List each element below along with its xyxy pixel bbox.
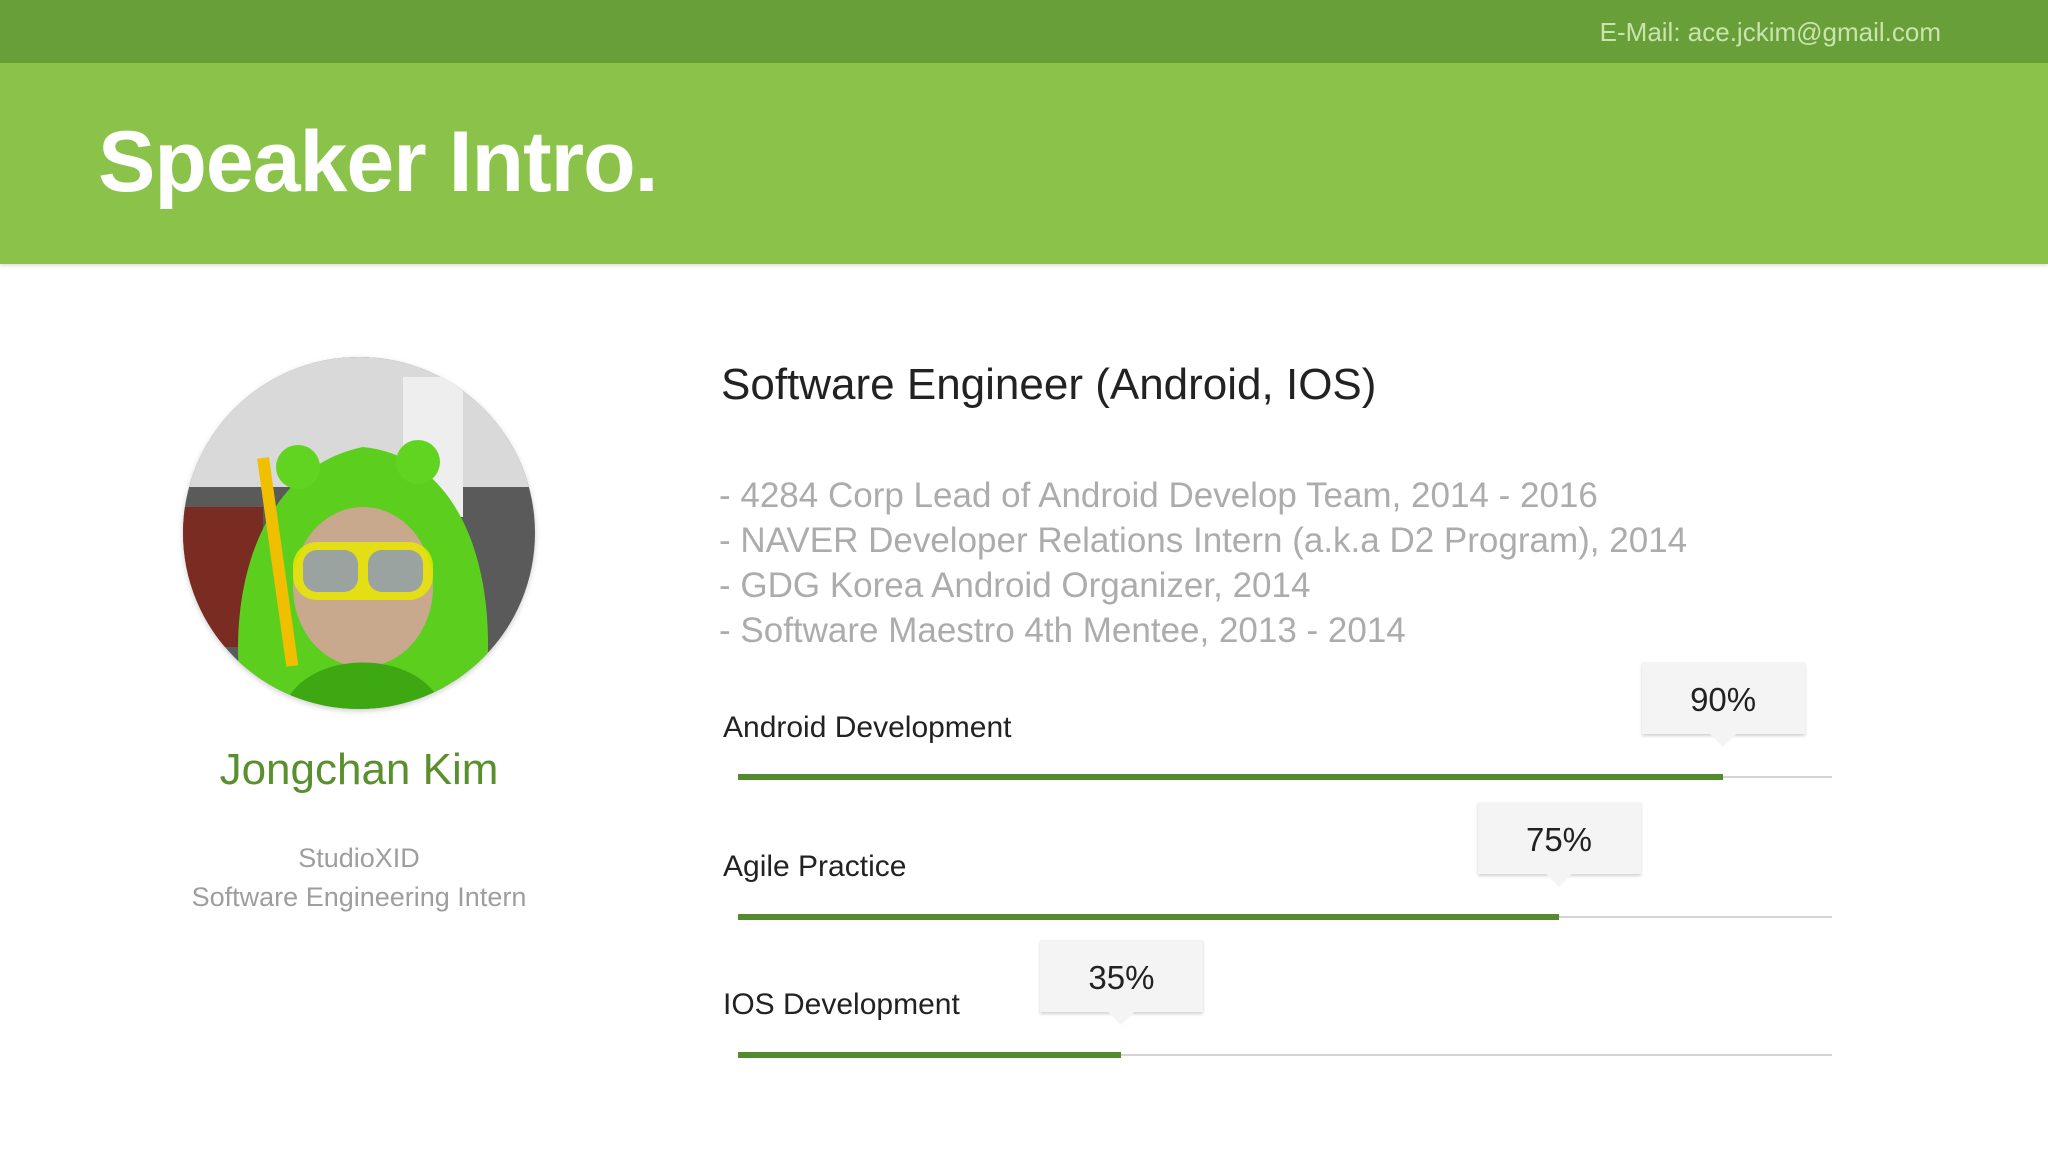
experience-item: - GDG Korea Android Organizer, 2014 <box>719 566 1311 605</box>
skill-label: Agile Practice <box>723 850 907 883</box>
percent-tooltip: 75% <box>1477 802 1641 887</box>
percent-tooltip: 90% <box>1641 662 1805 747</box>
skill-label: IOS Development <box>723 988 960 1021</box>
progress-fill <box>738 1052 1121 1058</box>
progress-track <box>738 1052 1832 1058</box>
skill-label: Android Development <box>723 711 1012 744</box>
speaker-photo <box>183 357 535 709</box>
top-bar: E-Mail: ace.jckim@gmail.com <box>0 0 2048 63</box>
experience-item: - 4284 Corp Lead of Android Develop Team… <box>719 476 1598 515</box>
progress-track <box>738 914 1832 920</box>
role-title: Software Engineer (Android, IOS) <box>721 360 1377 409</box>
position: Software Engineering Intern <box>191 882 527 912</box>
progress-fill <box>738 914 1559 920</box>
email-text: E-Mail: ace.jckim@gmail.com <box>1599 17 1941 47</box>
page-title: Speaker Intro. <box>98 114 659 210</box>
experience-item: - NAVER Developer Relations Intern (a.k.… <box>719 521 1688 560</box>
progress-track <box>738 774 1832 780</box>
percent-tooltip: 35% <box>1039 940 1203 1025</box>
title-banner: Speaker Intro. <box>0 63 2048 264</box>
progress-fill <box>738 774 1723 780</box>
experience-item: - Software Maestro 4th Mentee, 2013 - 20… <box>719 611 1406 650</box>
speaker-name: Jongchan Kim <box>219 745 499 794</box>
company: StudioXID <box>298 843 420 873</box>
